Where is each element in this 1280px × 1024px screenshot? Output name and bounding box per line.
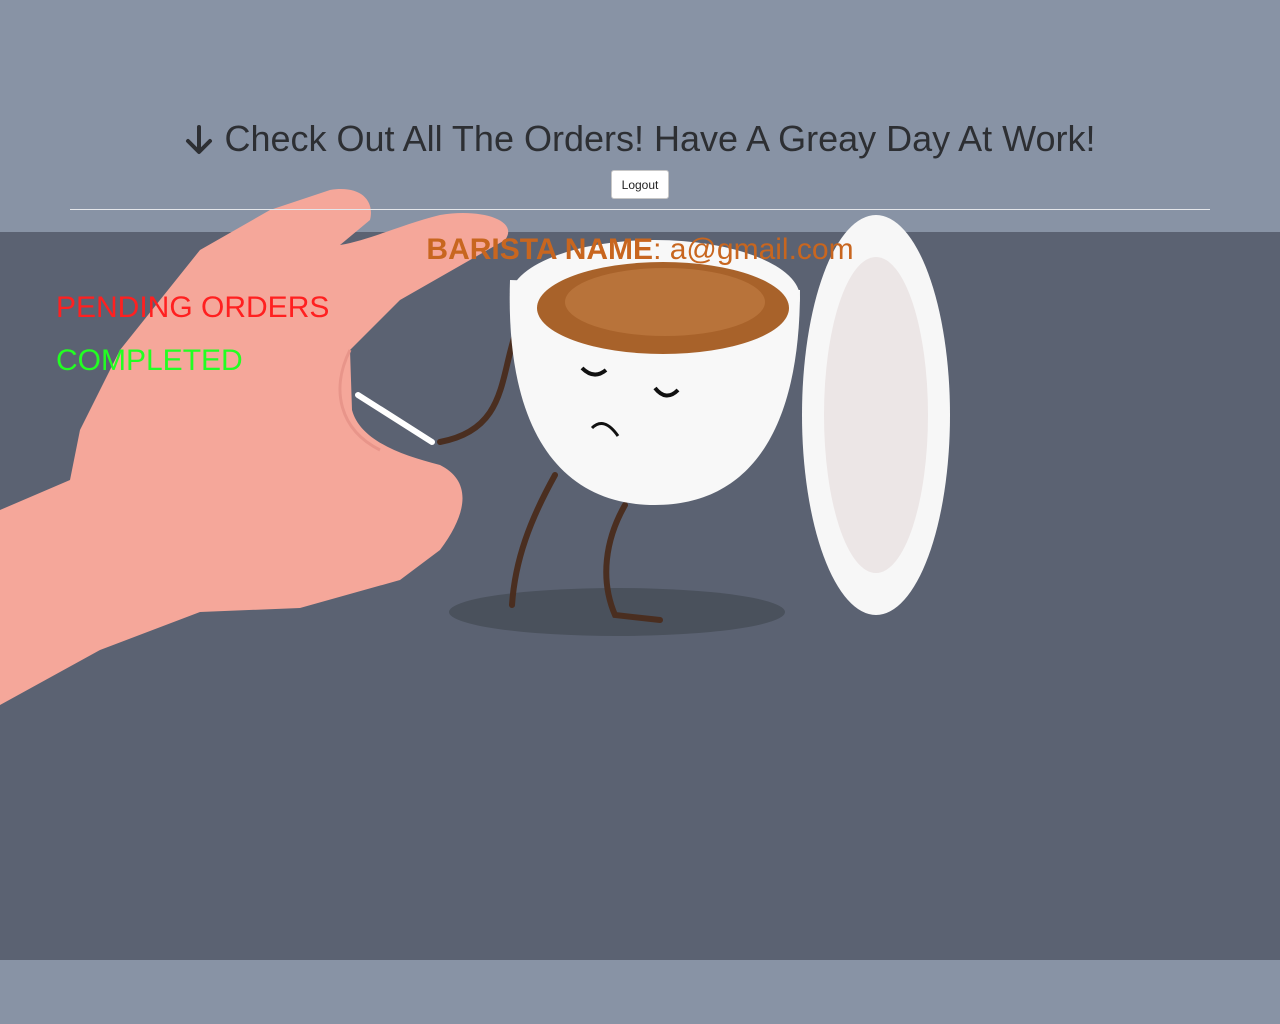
- logout-button[interactable]: Logout: [611, 170, 669, 199]
- barista-name-separator: :: [653, 233, 662, 266]
- shadow-shape: [449, 588, 785, 636]
- page-title: Check Out All The Orders! Have A Greay D…: [184, 118, 1096, 160]
- arrow-down-icon: [184, 123, 214, 155]
- pending-orders-link[interactable]: PENDING ORDERS: [56, 291, 329, 325]
- page-title-text: Check Out All The Orders! Have A Greay D…: [224, 118, 1096, 159]
- page-header: Check Out All The Orders! Have A Greay D…: [0, 118, 1280, 161]
- barista-email: a@gmail.com: [669, 233, 854, 266]
- header-divider: [70, 209, 1210, 210]
- barista-name-label: BARISTA NAME: [426, 233, 654, 266]
- completed-orders-link[interactable]: COMPLETED: [56, 344, 243, 378]
- barista-name-line: BARISTA NAME: a@gmail.com: [0, 233, 1280, 267]
